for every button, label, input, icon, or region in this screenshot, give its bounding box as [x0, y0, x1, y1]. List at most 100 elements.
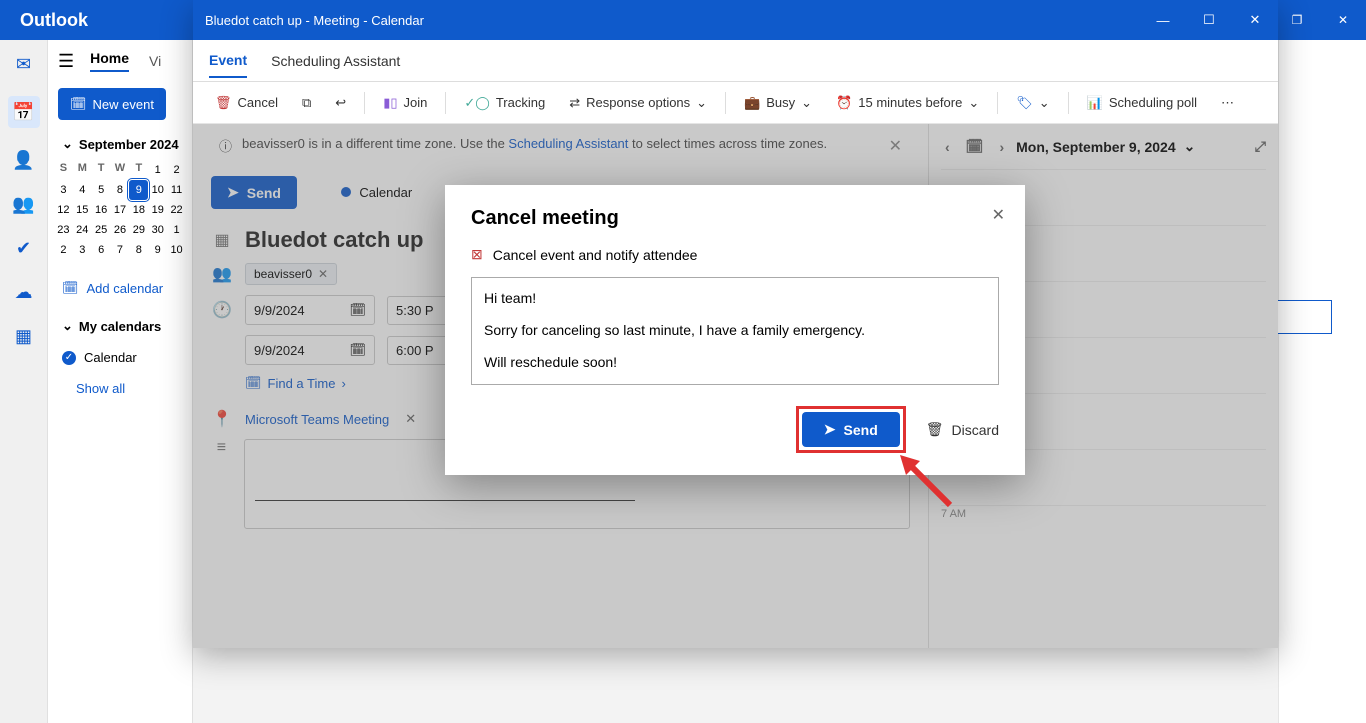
dow-label: M	[73, 160, 92, 180]
mini-cal-day[interactable]: 26	[111, 220, 130, 240]
mini-cal-day[interactable]: 1	[167, 220, 186, 240]
mini-cal-day[interactable]: 11	[167, 180, 186, 200]
busy-button[interactable]: 💼Busy ⌄	[734, 89, 822, 117]
mini-cal-day[interactable]: 10	[148, 180, 167, 200]
mini-cal-day[interactable]: 24	[73, 220, 92, 240]
todo-icon[interactable]: ✔	[12, 236, 36, 260]
dow-label: S	[54, 160, 73, 180]
mail-icon[interactable]: ✉	[12, 52, 36, 76]
scheduling-poll-button[interactable]: 📊Scheduling poll	[1077, 89, 1207, 117]
trash-icon: 🗑	[926, 421, 944, 438]
reply-icon: ↩	[335, 95, 346, 111]
tab-view[interactable]: Vi	[149, 53, 161, 69]
mini-cal-day[interactable]: 25	[92, 220, 111, 240]
new-event-button[interactable]: 🗓 New event	[58, 88, 166, 120]
calendar-icon[interactable]: 📅	[8, 96, 40, 128]
tracking-icon: ✓◯	[464, 95, 489, 111]
close-icon[interactable]: ✕	[1320, 0, 1366, 40]
calendar-list-item[interactable]: ✓ Calendar	[48, 344, 192, 371]
calendar-cancel-icon: ⊠	[471, 246, 483, 263]
dialog-discard-button[interactable]: 🗑 Discard	[926, 421, 999, 438]
tracking-button[interactable]: ✓◯Tracking	[454, 89, 555, 117]
hamburger-icon[interactable]: ☰	[58, 51, 74, 72]
reply-button[interactable]: ↩	[325, 89, 356, 117]
briefcase-icon: 💼	[744, 95, 760, 111]
tag-button[interactable]: 🏷 ⌄	[1006, 89, 1059, 117]
calendar-add-icon: 🗓	[62, 280, 79, 296]
ellipsis-icon: ⋯	[1221, 95, 1234, 111]
poll-icon: 📊	[1087, 95, 1103, 111]
mini-cal-day[interactable]: 22	[167, 200, 186, 220]
video-icon: ▮▯	[383, 95, 397, 111]
chevron-down-icon: ⌄	[1039, 95, 1050, 111]
sidebar: ☰ Home Vi 🗓 New event ⌄ September 2024 S…	[48, 40, 193, 723]
mini-cal-day[interactable]: 30	[148, 220, 167, 240]
alarm-icon: ⏰	[836, 95, 852, 111]
mini-cal-day[interactable]: 29	[129, 220, 148, 240]
window-title: Bluedot catch up - Meeting - Calendar	[205, 13, 424, 28]
trash-calendar-icon: 🗑	[215, 95, 232, 111]
annotation-arrow	[900, 455, 960, 520]
show-all-link[interactable]: Show all	[48, 371, 192, 406]
apps-icon[interactable]: ▦	[12, 324, 36, 348]
minimize-icon[interactable]: —	[1140, 0, 1186, 40]
mini-cal-day[interactable]: 9	[148, 240, 167, 260]
chevron-down-icon: ⌄	[696, 95, 707, 111]
dialog-send-button[interactable]: ➤ Send	[802, 412, 900, 447]
mini-cal-day[interactable]: 5	[92, 180, 111, 200]
close-icon[interactable]: ✕	[1232, 0, 1278, 40]
tab-scheduling[interactable]: Scheduling Assistant	[271, 53, 400, 69]
mini-cal-day[interactable]: 23	[54, 220, 73, 240]
annotation-highlight: ➤ Send	[796, 406, 906, 453]
mini-cal-day[interactable]: 4	[73, 180, 92, 200]
mini-cal-day[interactable]: 3	[54, 180, 73, 200]
tab-home[interactable]: Home	[90, 50, 129, 72]
tabs-row: Event Scheduling Assistant	[193, 40, 1278, 82]
close-icon[interactable]: ✕	[992, 205, 1005, 225]
cancel-button[interactable]: 🗑Cancel	[205, 89, 288, 117]
month-label: September 2024	[79, 137, 179, 152]
copy-icon: ⧉	[302, 95, 311, 111]
inner-titlebar: Bluedot catch up - Meeting - Calendar — …	[193, 0, 1278, 40]
add-calendar-link[interactable]: 🗓 Add calendar	[48, 268, 192, 308]
mini-cal-day[interactable]: 10	[167, 240, 186, 260]
copy-button[interactable]: ⧉	[292, 89, 321, 117]
mini-cal-day[interactable]: 18	[129, 200, 148, 220]
reminder-button[interactable]: ⏰15 minutes before ⌄	[826, 89, 989, 117]
mini-cal-day[interactable]: 8	[111, 180, 130, 200]
dialog-title: Cancel meeting	[471, 207, 999, 230]
more-button[interactable]: ⋯	[1211, 89, 1244, 117]
mini-cal-day[interactable]: 17	[111, 200, 130, 220]
my-calendars-header[interactable]: ⌄ My calendars	[48, 308, 192, 344]
tab-event[interactable]: Event	[209, 52, 247, 78]
dow-label: T	[129, 160, 148, 180]
mini-cal-day[interactable]: 9	[129, 180, 148, 200]
send-icon: ➤	[824, 421, 836, 438]
mini-cal-day[interactable]: 2	[167, 160, 186, 180]
cancel-meeting-dialog: ✕ Cancel meeting ⊠ Cancel event and noti…	[445, 185, 1025, 475]
mini-cal-day[interactable]: 15	[73, 200, 92, 220]
mini-cal-day[interactable]: 7	[111, 240, 130, 260]
mini-cal-day[interactable]: 12	[54, 200, 73, 220]
mini-cal-day[interactable]: 8	[129, 240, 148, 260]
check-icon: ✓	[62, 351, 76, 365]
mini-cal-day[interactable]: 2	[54, 240, 73, 260]
dow-label: W	[111, 160, 130, 180]
mini-cal-day[interactable]: 6	[92, 240, 111, 260]
mini-cal-day[interactable]: 16	[92, 200, 111, 220]
onedrive-icon[interactable]: ☁	[12, 280, 36, 304]
people-icon[interactable]: 👤	[12, 148, 36, 172]
app-logo: Outlook	[0, 10, 108, 31]
response-options-button[interactable]: ⇄Response options ⌄	[559, 89, 717, 117]
restore-icon[interactable]: ❐	[1274, 0, 1320, 40]
mini-cal-day[interactable]: 3	[73, 240, 92, 260]
mini-cal-day[interactable]: 1	[148, 160, 167, 180]
left-rail: ✉ 📅 👤 👥 ✔ ☁ ▦	[0, 40, 48, 723]
chevron-down-icon: ⌄	[62, 318, 73, 334]
maximize-icon[interactable]: ☐	[1186, 0, 1232, 40]
mini-cal-day[interactable]: 19	[148, 200, 167, 220]
chevron-down-icon[interactable]: ⌄	[62, 136, 73, 152]
join-button[interactable]: ▮▯Join	[373, 89, 437, 117]
cancel-message-textarea[interactable]	[471, 277, 999, 385]
groups-icon[interactable]: 👥	[12, 192, 36, 216]
